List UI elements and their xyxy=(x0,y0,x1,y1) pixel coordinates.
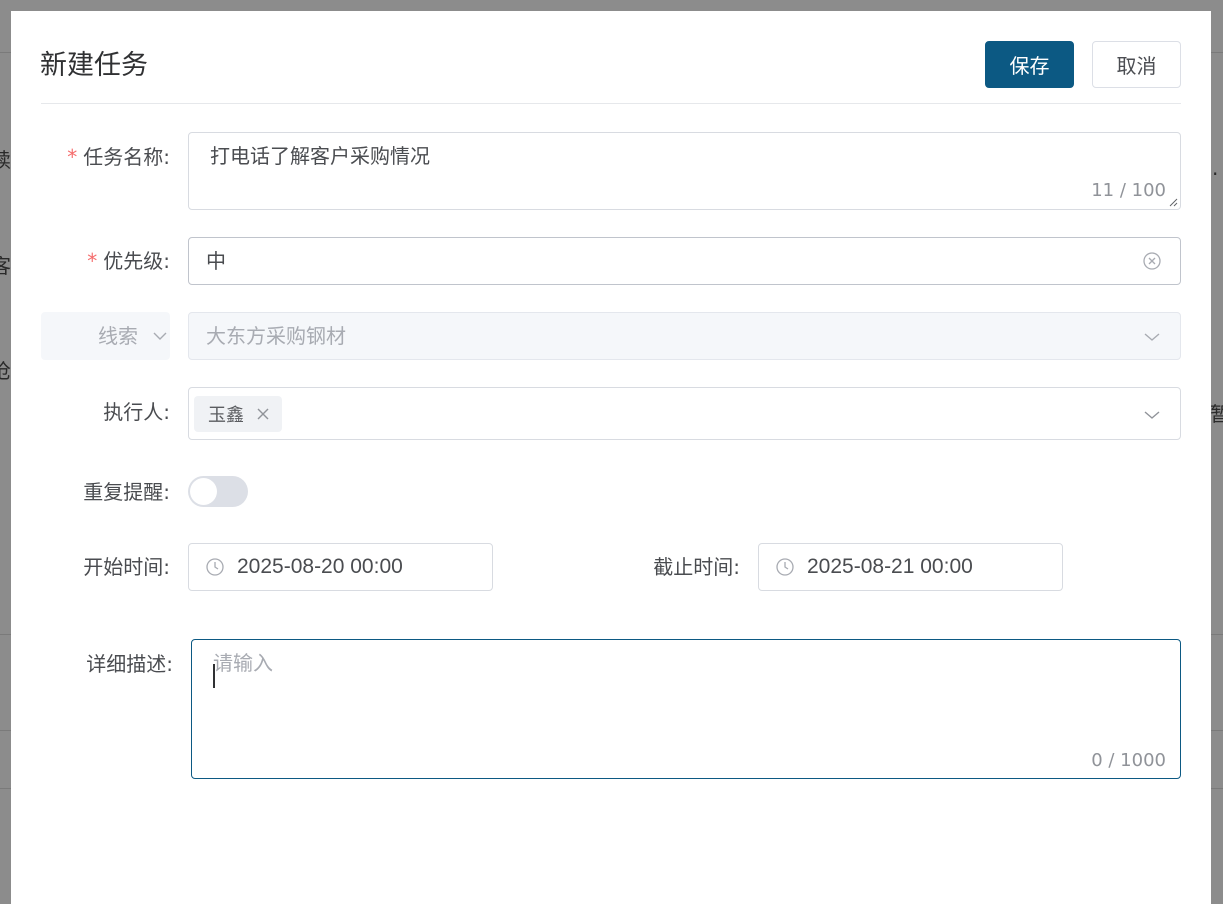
switch-knob xyxy=(190,478,217,505)
header-divider xyxy=(41,103,1181,104)
start-time-label: 开始时间: xyxy=(83,555,170,579)
required-mark: * xyxy=(67,145,78,169)
description-textarea[interactable]: 请输入 0 / 1000 xyxy=(191,639,1181,779)
start-time-value: 2025-08-20 00:00 xyxy=(237,555,403,578)
clock-icon xyxy=(206,558,224,576)
required-mark: * xyxy=(87,249,98,273)
priority-select[interactable]: 中 xyxy=(188,237,1181,285)
text-caret xyxy=(213,664,215,688)
background-text: 暂 xyxy=(1210,402,1223,426)
background-text: · xyxy=(1212,162,1219,186)
priority-label-text: 优先级: xyxy=(103,249,170,273)
executor-select[interactable] xyxy=(188,387,1181,440)
new-task-dialog: 新建任务 保存 取消 * 任务名称: 打电话了解客户采购情况 11 / 100 *… xyxy=(11,11,1211,904)
cancel-button[interactable]: 取消 xyxy=(1092,41,1181,88)
related-type-select: 线索 xyxy=(41,312,170,360)
task-name-label: * 任务名称: xyxy=(67,143,170,171)
dialog-title: 新建任务 xyxy=(40,50,148,81)
description-label: 详细描述: xyxy=(86,652,173,676)
description-placeholder: 请输入 xyxy=(213,651,273,675)
start-time-picker[interactable]: 2025-08-20 00:00 xyxy=(188,543,493,591)
clock-icon xyxy=(776,558,794,576)
background-text: 客 xyxy=(0,254,11,278)
end-time-label: 截止时间: xyxy=(653,555,740,579)
task-name-value: 打电话了解客户采购情况 xyxy=(210,144,430,168)
save-button[interactable]: 保存 xyxy=(985,41,1074,88)
task-name-label-text: 任务名称: xyxy=(83,145,170,169)
close-icon[interactable] xyxy=(255,406,271,422)
background-text: 沧 xyxy=(0,359,11,383)
circle-x-icon[interactable] xyxy=(1142,251,1162,271)
related-value: 大东方采购钢材 xyxy=(206,324,346,348)
related-select: 大东方采购钢材 xyxy=(188,312,1181,360)
executor-tag-label: 玉鑫 xyxy=(208,405,244,426)
related-type-value: 线索 xyxy=(98,324,138,348)
executor-tag: 玉鑫 xyxy=(194,396,282,432)
priority-label: * 优先级: xyxy=(87,247,170,275)
repeat-reminder-switch[interactable] xyxy=(188,476,248,507)
executor-label: 执行人: xyxy=(103,400,170,424)
resize-handle-icon[interactable] xyxy=(1168,197,1178,207)
task-name-counter: 11 / 100 xyxy=(1091,180,1166,201)
priority-value: 中 xyxy=(206,249,226,273)
description-counter: 0 / 1000 xyxy=(1091,750,1166,771)
end-time-value: 2025-08-21 00:00 xyxy=(807,555,973,578)
repeat-reminder-label: 重复提醒: xyxy=(83,480,170,504)
task-name-textarea[interactable]: 打电话了解客户采购情况 11 / 100 xyxy=(188,132,1181,210)
end-time-picker[interactable]: 2025-08-21 00:00 xyxy=(758,543,1063,591)
chevron-down-icon[interactable] xyxy=(1144,410,1160,420)
background-text: 续 xyxy=(0,148,11,172)
chevron-down-icon xyxy=(1144,333,1160,341)
chevron-down-icon xyxy=(153,332,167,340)
